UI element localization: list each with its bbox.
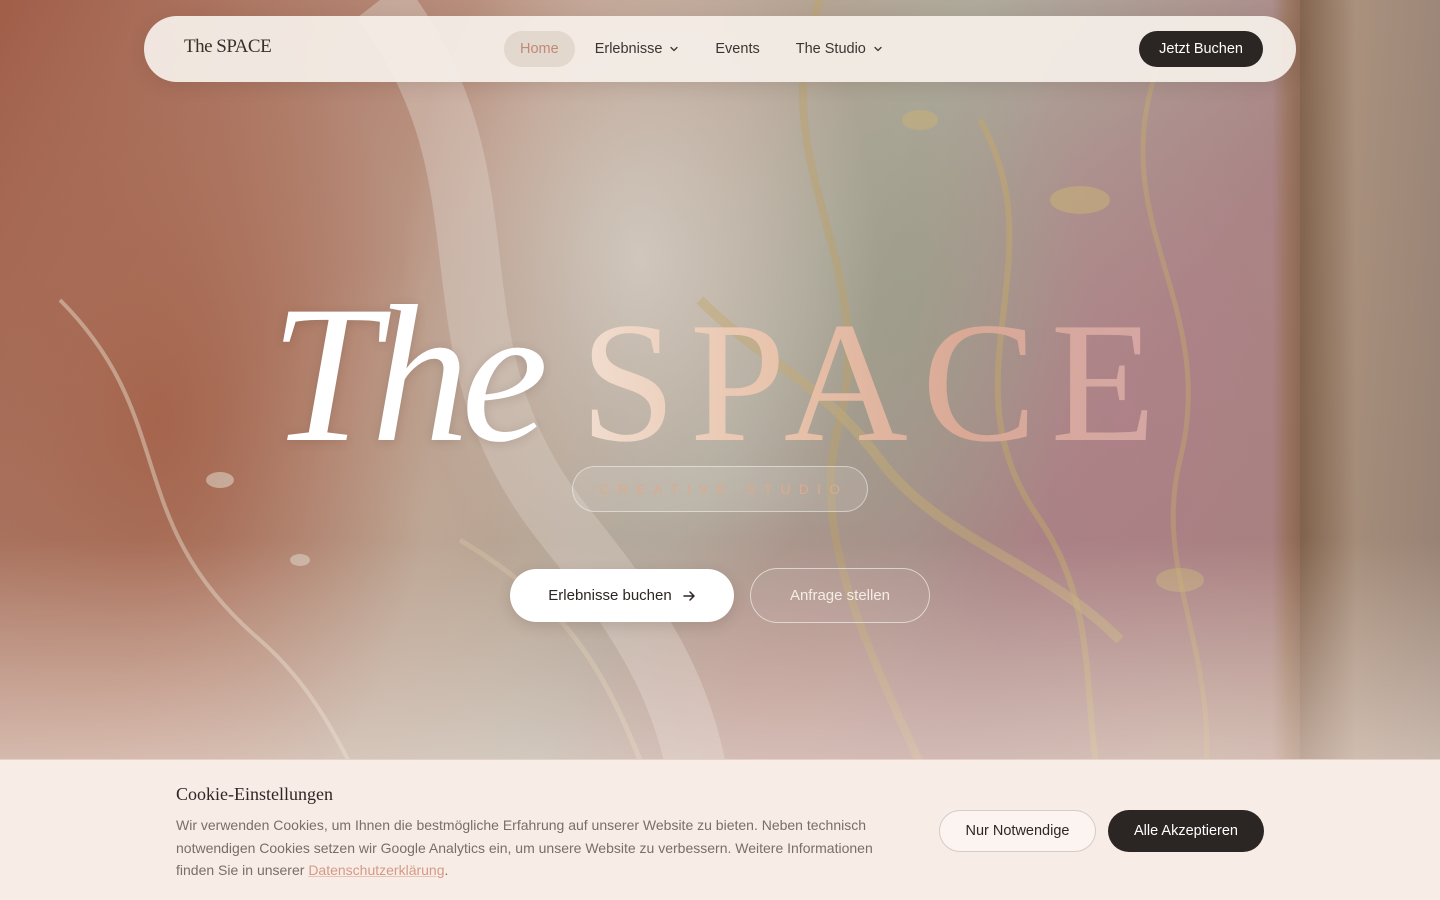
nav-item-events[interactable]: Events bbox=[699, 31, 775, 67]
cookie-text-end: . bbox=[444, 862, 449, 878]
chevron-down-icon bbox=[670, 46, 679, 52]
navbar: The SPACE Home Erlebnisse Events The Stu… bbox=[144, 16, 1296, 82]
nav-item-label: Home bbox=[520, 41, 559, 57]
nav-item-label: Events bbox=[715, 41, 760, 57]
chevron-down-icon bbox=[874, 46, 882, 52]
nav-links: Home Erlebnisse Events The Studio bbox=[504, 31, 903, 67]
book-experiences-button[interactable]: Erlebnisse buchen bbox=[510, 569, 734, 622]
privacy-policy-link[interactable]: Datenschutzerklärung bbox=[308, 862, 444, 878]
nav-item-erlebnisse[interactable]: Erlebnisse bbox=[579, 31, 696, 67]
send-inquiry-button[interactable]: Anfrage stellen bbox=[750, 568, 930, 623]
nav-item-label: The Studio bbox=[795, 41, 866, 57]
book-experiences-label: Erlebnisse buchen bbox=[548, 587, 672, 604]
cookie-title: Cookie-Einstellungen bbox=[176, 784, 333, 804]
nav-item-label: Erlebnisse bbox=[594, 41, 663, 57]
hero-title-space: SPACE bbox=[580, 288, 1170, 478]
hero-subtitle-badge: CREATIVE STUDIO bbox=[572, 466, 868, 512]
cookie-banner: Cookie-Einstellungen Wir verwenden Cooki… bbox=[0, 759, 1440, 900]
necessary-only-button[interactable]: Nur Notwendige bbox=[939, 810, 1096, 852]
hero-subtitle: CREATIVE STUDIO bbox=[599, 481, 849, 497]
accept-all-button[interactable]: Alle Akzeptieren bbox=[1108, 810, 1264, 852]
cookie-text-body: Wir verwenden Cookies, um Ihnen die best… bbox=[176, 817, 873, 878]
book-now-button[interactable]: Jetzt Buchen bbox=[1139, 31, 1263, 67]
hero-title-the: The bbox=[270, 266, 548, 483]
logo[interactable]: The SPACE bbox=[184, 36, 272, 58]
nav-item-the-studio[interactable]: The Studio bbox=[780, 31, 899, 67]
arrow-right-icon bbox=[682, 590, 695, 601]
cookie-text: Wir verwenden Cookies, um Ihnen die best… bbox=[176, 814, 906, 882]
hero-title: The SPACE bbox=[0, 262, 1440, 487]
nav-item-home[interactable]: Home bbox=[504, 31, 575, 67]
